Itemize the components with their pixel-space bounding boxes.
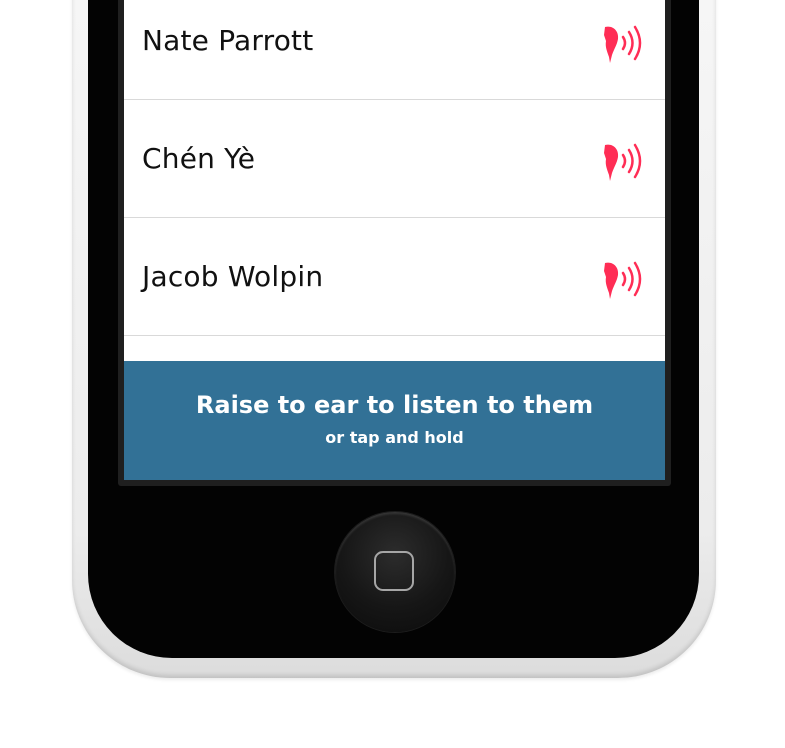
contact-row-chen-ye[interactable]: Chén Yè: [124, 100, 665, 218]
app-screen: Nate Parrott Chén Yè Jacob Wolpin Raise …: [124, 0, 665, 480]
parrot-sound-icon[interactable]: [599, 21, 643, 65]
contact-row-jacob-wolpin[interactable]: Jacob Wolpin: [124, 218, 665, 336]
contact-row-nate-parrott[interactable]: Nate Parrott: [124, 0, 665, 100]
banner-subtitle: or tap and hold: [325, 428, 464, 447]
parrot-sound-icon[interactable]: [599, 257, 643, 301]
listen-banner[interactable]: Raise to ear to listen to them or tap an…: [124, 361, 665, 480]
contact-name: Chén Yè: [142, 142, 256, 175]
contact-name: Nate Parrott: [142, 24, 314, 57]
home-square-icon: [374, 551, 414, 591]
banner-title: Raise to ear to listen to them: [195, 391, 594, 419]
home-button[interactable]: [335, 512, 455, 632]
parrot-sound-icon[interactable]: [599, 139, 643, 183]
contact-name: Jacob Wolpin: [142, 260, 324, 293]
